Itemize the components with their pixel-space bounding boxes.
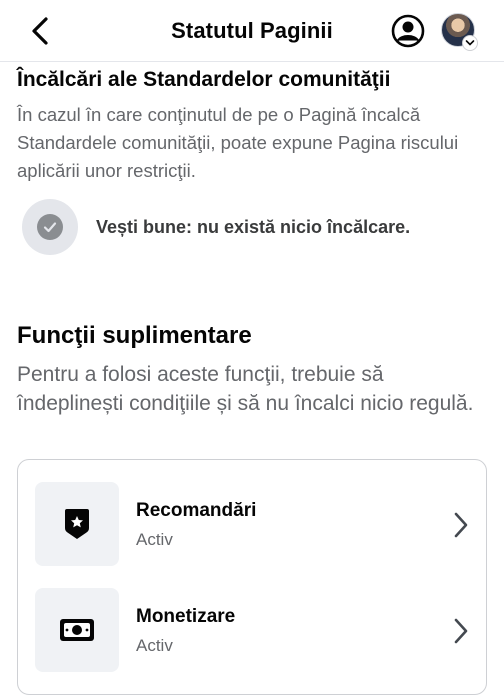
features-card: Recomandări Activ Monetizare Activ xyxy=(17,459,487,695)
feature-label: Recomandări xyxy=(136,500,257,521)
violations-description: În cazul în care conţinutul de pe o Pagi… xyxy=(17,104,459,181)
page-status-screen: Statutul Paginii Încălcări ale Standarde… xyxy=(0,0,504,700)
feature-icon-container xyxy=(35,588,119,672)
star-badge-icon xyxy=(65,509,89,539)
chevron-down-icon xyxy=(465,40,475,46)
feature-status: Activ xyxy=(136,530,173,549)
check-circle-icon xyxy=(37,214,63,240)
page-title: Statutul Paginii xyxy=(171,18,333,43)
feature-status: Activ xyxy=(136,636,173,655)
user-circle-icon xyxy=(391,14,425,48)
features-heading: Funcţii suplimentare xyxy=(17,322,252,349)
features-description: Pentru a folosi aceste funcţii, trebuie … xyxy=(17,363,474,415)
violations-status: Vești bune: nu există nicio încălcare. xyxy=(22,199,492,255)
money-icon xyxy=(60,619,94,641)
top-bar: Statutul Paginii xyxy=(0,0,504,62)
status-icon-container xyxy=(22,199,78,255)
chevron-right-icon xyxy=(451,616,471,646)
status-text: Vești bune: nu există nicio încălcare. xyxy=(96,216,411,237)
feature-label: Monetizare xyxy=(136,606,236,627)
violations-heading: Încălcări ale Standardelor comunităţii xyxy=(17,68,391,91)
chevron-right-icon xyxy=(451,510,471,540)
feature-icon-container xyxy=(35,482,119,566)
avatar-badge xyxy=(462,35,478,51)
account-avatar-button[interactable] xyxy=(441,13,478,51)
profile-switch-button[interactable] xyxy=(390,13,426,49)
feature-row-monetization[interactable]: Monetizare Activ xyxy=(35,588,473,674)
feature-row-recommendations[interactable]: Recomandări Activ xyxy=(35,482,473,568)
